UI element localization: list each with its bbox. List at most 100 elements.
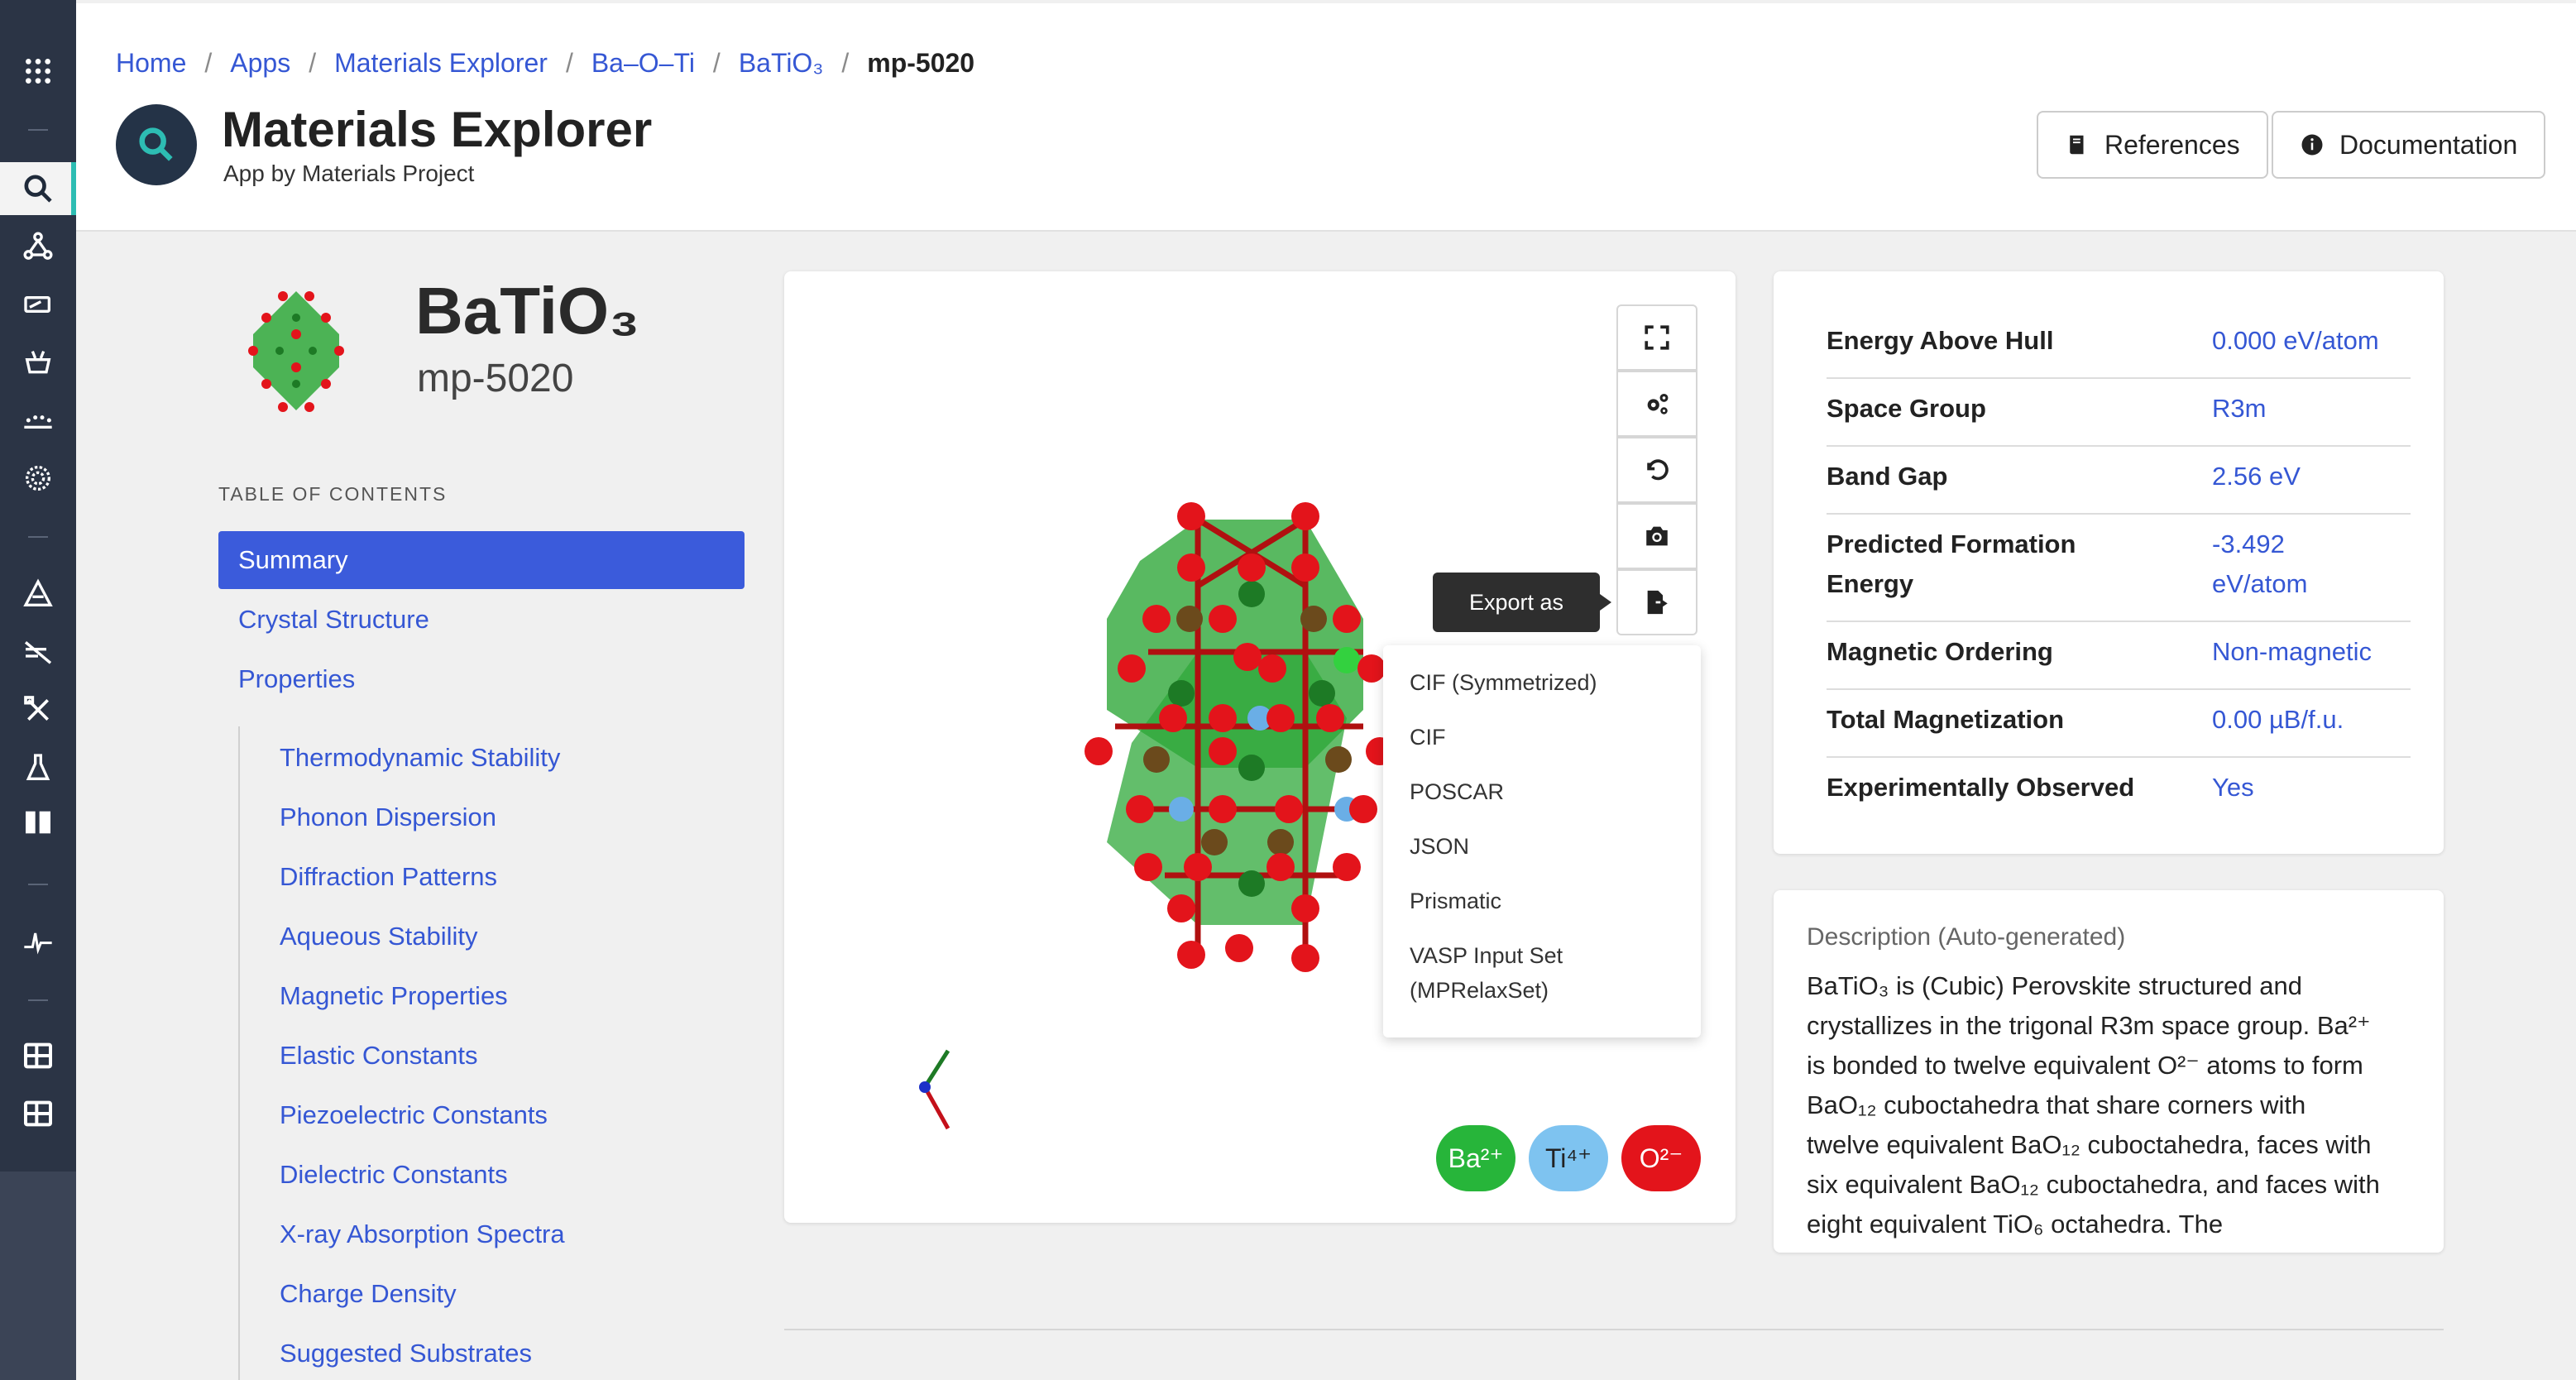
synthesis-icon[interactable] (15, 629, 61, 675)
material-id: mp-5020 (417, 357, 574, 400)
description-line: six equivalent BaO₁₂ cuboctahedra, and f… (1807, 1170, 2380, 1199)
screenshot-button[interactable] (1616, 503, 1697, 569)
property-value[interactable]: -3.492 (2212, 525, 2285, 564)
breadcrumb: Home / Apps / Materials Explorer / Ba–O–… (116, 48, 974, 79)
breadcrumb-apps[interactable]: Apps (230, 48, 290, 79)
table-icon[interactable] (15, 1033, 61, 1079)
property-row: Predicted Formation Energy -3.492 eV/ato… (1827, 515, 2411, 622)
axes-gizmo (919, 1049, 950, 1130)
nanoparticle-icon[interactable] (15, 455, 61, 501)
settings-button[interactable] (1616, 371, 1697, 437)
battery-icon[interactable] (15, 281, 61, 328)
expand-icon (1645, 325, 1669, 350)
description-line: is bonded to twelve equivalent O²⁻ atoms… (1807, 1051, 2363, 1080)
export-option-vasp-input-set-sub[interactable]: (MPRelaxSet) (1410, 973, 1549, 1008)
property-label-cont: Energy (1827, 569, 1914, 598)
export-button[interactable] (1616, 569, 1697, 635)
toc-heading: TABLE OF CONTENTS (218, 483, 448, 505)
page-header: Home / Apps / Materials Explorer / Ba–O–… (76, 3, 2576, 232)
property-row: Experimentally Observed Yes (1827, 758, 2411, 826)
toc-sub-elastic-constants[interactable]: Elastic Constants (280, 1041, 478, 1071)
spectrum-icon[interactable] (15, 918, 61, 965)
export-option-cif-symmetrized[interactable]: CIF (Symmetrized) (1410, 665, 1597, 700)
toc-sub-thermodynamic-stability[interactable]: Thermodynamic Stability (280, 743, 560, 773)
property-row: Space Group R3m (1827, 379, 2411, 447)
description-line: eight equivalent TiO₆ octahedra. The (1807, 1210, 2224, 1239)
toc-sub-suggested-substrates[interactable]: Suggested Substrates (280, 1339, 532, 1368)
description-text: BaTiO₃ is (Cubic) Perovskite structured … (1807, 966, 2419, 1244)
toc-item-crystal-structure[interactable]: Crystal Structure (218, 591, 745, 649)
rail-divider (28, 536, 48, 538)
export-option-cif[interactable]: CIF (1410, 720, 1446, 755)
breadcrumb-home[interactable]: Home (116, 48, 186, 79)
material-formula: BaTiO₃ (415, 274, 640, 347)
property-row: Band Gap 2.56 eV (1827, 447, 2411, 515)
property-value[interactable]: 0.00 µB/f.u. (2212, 700, 2344, 740)
apps-grid-icon[interactable] (15, 48, 61, 94)
ion-legend-ba[interactable]: Ba²⁺ (1436, 1125, 1515, 1191)
toc-item-properties[interactable]: Properties (218, 650, 745, 708)
ion-legend-ti[interactable]: Ti⁴⁺ (1529, 1125, 1608, 1191)
fullscreen-button[interactable] (1616, 304, 1697, 371)
breadcrumb-current: mp-5020 (867, 48, 975, 78)
phase-diagram-icon[interactable] (15, 571, 61, 617)
molecule-icon[interactable] (15, 223, 61, 270)
rail-divider (28, 129, 48, 131)
property-value[interactable]: 2.56 eV (2212, 457, 2301, 496)
export-option-json[interactable]: JSON (1410, 829, 1469, 864)
summary-properties-card: Energy Above Hull 0.000 eV/atom Space Gr… (1774, 271, 2444, 854)
structure-thumbnail (248, 291, 344, 412)
ion-legend-o[interactable]: O²⁻ (1621, 1125, 1701, 1191)
search-icon (139, 127, 173, 161)
toc-sub-piezoelectric-constants[interactable]: Piezoelectric Constants (280, 1100, 548, 1130)
toc-sub-charge-density[interactable]: Charge Density (280, 1279, 457, 1309)
surface-icon[interactable] (15, 397, 61, 443)
app-logo (116, 104, 197, 185)
table-alt-icon[interactable] (15, 1090, 61, 1137)
toc-item-summary[interactable]: Summary (218, 531, 745, 589)
property-value[interactable]: R3m (2212, 389, 2266, 429)
references-button[interactable]: References (2037, 111, 2268, 179)
reset-view-button[interactable] (1616, 437, 1697, 503)
catalysis-icon[interactable] (15, 339, 61, 386)
book-icon[interactable] (15, 799, 61, 846)
info-icon (2301, 134, 2323, 156)
description-line: BaO₁₂ cuboctahedra that share corners wi… (1807, 1090, 2306, 1119)
toc-sub-aqueous-stability[interactable]: Aqueous Stability (280, 922, 478, 951)
property-value-cont[interactable]: eV/atom (2212, 564, 2307, 604)
crystal-structure-render[interactable] (1065, 495, 1429, 983)
toc-sub-magnetic-properties[interactable]: Magnetic Properties (280, 981, 508, 1011)
breadcrumb-chemsys[interactable]: Ba–O–Ti (591, 48, 695, 79)
toc-divider (238, 726, 240, 1380)
breadcrumb-separator: / (309, 48, 317, 78)
book-icon (2070, 135, 2084, 155)
breadcrumb-formula[interactable]: BaTiO₃ (739, 48, 824, 79)
description-card: Description (Auto-generated) BaTiO₃ is (… (1774, 890, 2444, 1253)
toc-sub-dielectric-constants[interactable]: Dielectric Constants (280, 1160, 508, 1190)
rail-footer (0, 1172, 76, 1380)
description-title: Description (Auto-generated) (1807, 923, 2126, 951)
description-line: BaTiO₃ is (Cubic) Perovskite structured … (1807, 971, 2302, 1000)
property-row: Energy Above Hull 0.000 eV/atom (1827, 311, 2411, 379)
tools-icon[interactable] (15, 687, 61, 733)
export-option-prismatic[interactable]: Prismatic (1410, 884, 1501, 918)
toc-sub-phonon-dispersion[interactable]: Phonon Dispersion (280, 803, 496, 832)
toc-sub-diffraction-patterns[interactable]: Diffraction Patterns (280, 862, 497, 892)
flask-icon[interactable] (15, 745, 61, 791)
page-subtitle: App by Materials Project (223, 161, 475, 186)
export-option-poscar[interactable]: POSCAR (1410, 774, 1504, 809)
gears-icon (1647, 393, 1669, 414)
property-value[interactable]: Non-magnetic (2212, 632, 2372, 672)
property-label: Energy Above Hull (1827, 326, 2054, 355)
search-icon[interactable] (15, 165, 61, 212)
documentation-button[interactable]: Documentation (2272, 111, 2546, 179)
camera-icon (1646, 526, 1668, 546)
property-value[interactable]: Yes (2212, 768, 2254, 807)
breadcrumb-materials-explorer[interactable]: Materials Explorer (334, 48, 548, 79)
section-divider (784, 1329, 2444, 1330)
export-option-vasp-input-set[interactable]: VASP Input Set (1410, 938, 1563, 973)
rail-divider (28, 884, 48, 885)
property-label: Magnetic Ordering (1827, 637, 2053, 666)
toc-sub-xray-absorption-spectra[interactable]: X-ray Absorption Spectra (280, 1219, 565, 1249)
property-value[interactable]: 0.000 eV/atom (2212, 321, 2379, 361)
